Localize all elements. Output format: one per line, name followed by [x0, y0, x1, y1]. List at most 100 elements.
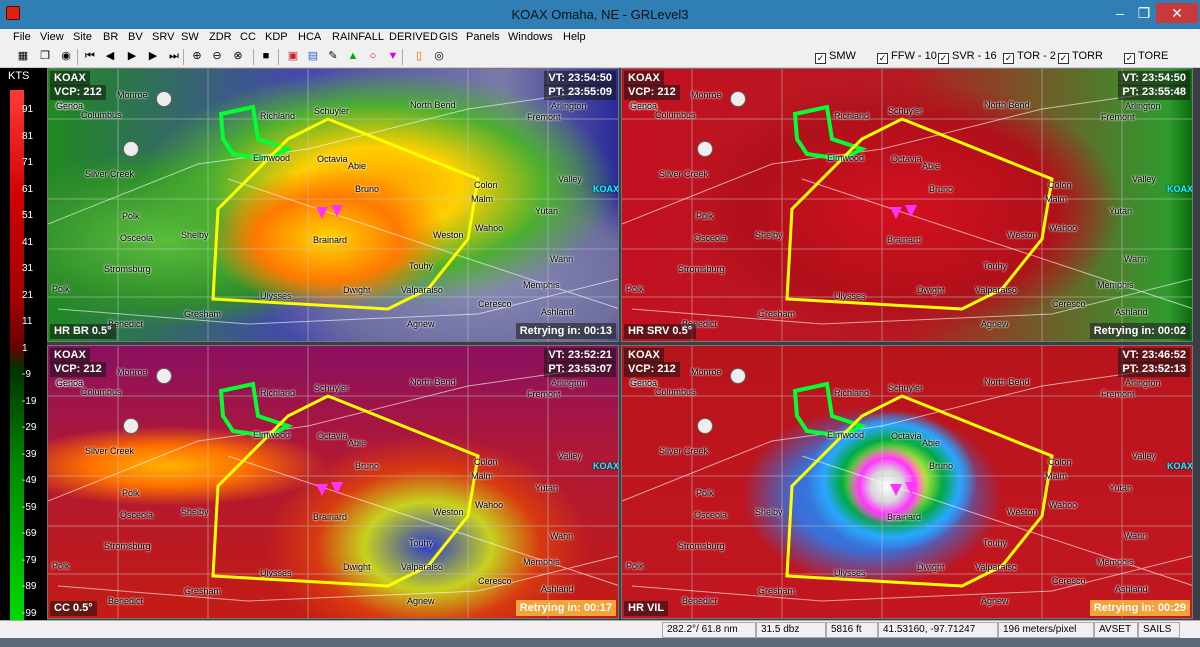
- copy-icon[interactable]: ❐: [38, 49, 52, 64]
- warning-label: TORR: [1072, 50, 1103, 62]
- town-label: Genoa: [56, 378, 84, 388]
- checkbox[interactable]: ✓: [1058, 53, 1069, 64]
- checkbox[interactable]: ✓: [938, 53, 949, 64]
- menu-file[interactable]: File: [13, 31, 31, 43]
- stop-icon[interactable]: ■: [259, 49, 273, 64]
- storm-marker-icon[interactable]: [905, 205, 917, 217]
- town-label: Octavia: [317, 431, 348, 441]
- town-label: Octavia: [891, 431, 922, 441]
- circle-icon[interactable]: ○: [366, 49, 380, 64]
- spotter-circle-icon[interactable]: [156, 368, 172, 384]
- town-label: Weston: [433, 230, 464, 240]
- warning-toggle-4[interactable]: ✓ TORR: [1058, 50, 1103, 64]
- checkbox[interactable]: ✓: [1003, 53, 1014, 64]
- retry-countdown: Retrying in: 00:13: [515, 323, 616, 339]
- warning-toggle-5[interactable]: ✓ TORE: [1124, 50, 1168, 64]
- legend-tick: -49: [22, 475, 37, 486]
- menu-site[interactable]: Site: [73, 31, 92, 43]
- town-label: Ashland: [541, 584, 574, 594]
- skip-last-icon[interactable]: ⏭: [167, 49, 181, 64]
- valid-time: VT: 23:54:50: [544, 71, 616, 86]
- spotter-circle-icon[interactable]: [697, 418, 713, 434]
- town-label: Polk: [626, 284, 644, 294]
- maximize-button[interactable]: ❐: [1132, 3, 1156, 23]
- menu-zdr[interactable]: ZDR: [209, 31, 232, 43]
- radar-panel-2[interactable]: Monroe Genoa Columbus Richland Schuyler North…: [621, 68, 1193, 342]
- radar-panel-3[interactable]: Monroe Genoa Columbus Richland Schuyler North…: [47, 345, 619, 619]
- storm-marker-icon[interactable]: [316, 207, 328, 219]
- spotter-circle-icon[interactable]: [123, 418, 139, 434]
- menu-srv[interactable]: SRV: [152, 31, 174, 43]
- zoom-out-icon[interactable]: ⊖: [210, 49, 224, 64]
- pick-icon[interactable]: ✎: [326, 49, 340, 64]
- minimize-button[interactable]: –: [1108, 3, 1132, 23]
- warning-toggle-0[interactable]: ✓ SMW: [815, 50, 856, 64]
- town-label: Columbus: [655, 387, 696, 397]
- storm-marker-icon[interactable]: [905, 482, 917, 494]
- zoom-reset-icon[interactable]: ⊗: [231, 49, 245, 64]
- storm-marker-icon[interactable]: [890, 207, 902, 219]
- menu-br[interactable]: BR: [103, 31, 118, 43]
- palette-icon[interactable]: ▣: [286, 49, 300, 64]
- storm-marker-icon[interactable]: [331, 482, 343, 494]
- town-label: Ceresco: [1052, 576, 1086, 586]
- triangle-icon[interactable]: ▲: [346, 49, 360, 64]
- step-back-icon[interactable]: ◀: [103, 49, 117, 64]
- legend-tick: 31: [22, 263, 34, 274]
- town-label: Valley: [558, 451, 582, 461]
- town-label: Shelby: [755, 507, 783, 517]
- menu-gis[interactable]: GIS: [439, 31, 458, 43]
- marker-icon[interactable]: ▯: [412, 49, 426, 64]
- spotter-circle-icon[interactable]: [730, 368, 746, 384]
- menu-derived[interactable]: DERIVED: [389, 31, 438, 43]
- town-label: Brainard: [887, 235, 922, 245]
- storm-marker-icon[interactable]: [890, 484, 902, 496]
- down-triangle-icon[interactable]: ▼: [386, 49, 400, 64]
- checkbox[interactable]: ✓: [877, 53, 888, 64]
- town-label: Monroe: [691, 90, 722, 100]
- spotter-circle-icon[interactable]: [697, 141, 713, 157]
- checkbox[interactable]: ✓: [1124, 53, 1135, 64]
- menu-view[interactable]: View: [40, 31, 64, 43]
- target-icon[interactable]: ◎: [432, 49, 446, 64]
- menu-rainfall[interactable]: RAINFALL: [332, 31, 384, 43]
- radar-site-id: KOAX: [50, 71, 90, 86]
- radar-panel-1[interactable]: Monroe Genoa Columbus Richland Schuyler North…: [47, 68, 619, 342]
- town-label: Brainard: [313, 235, 348, 245]
- retry-countdown: Retrying in: 00:29: [1089, 600, 1190, 616]
- storm-marker-icon[interactable]: [316, 484, 328, 496]
- menu-cc[interactable]: CC: [240, 31, 256, 43]
- close-button[interactable]: ✕: [1156, 3, 1198, 23]
- step-forward-icon[interactable]: ▶: [146, 49, 160, 64]
- menu-help[interactable]: Help: [563, 31, 586, 43]
- color-icon[interactable]: ◉: [59, 49, 73, 64]
- legend-tick: -99: [22, 607, 37, 619]
- warning-toggle-2[interactable]: ✓ SVR - 16: [938, 50, 997, 64]
- spotter-circle-icon[interactable]: [123, 141, 139, 157]
- town-label: Malm: [471, 194, 493, 204]
- town-label: Elmwood: [253, 153, 291, 163]
- menu-windows[interactable]: Windows: [508, 31, 553, 43]
- menu-sw[interactable]: SW: [181, 31, 199, 43]
- grid-icon[interactable]: ▦: [16, 49, 30, 64]
- spotter-circle-icon[interactable]: [156, 91, 172, 107]
- town-label: Bruno: [355, 461, 380, 471]
- menu-hca[interactable]: HCA: [298, 31, 321, 43]
- title-bar[interactable]: KOAX Omaha, NE - GRLevel3 – ❐ ✕: [0, 0, 1200, 29]
- menu-kdp[interactable]: KDP: [265, 31, 288, 43]
- product-label: HR BR 0.5°: [50, 324, 116, 339]
- checkbox[interactable]: ✓: [815, 53, 826, 64]
- town-label: Fremont: [1101, 389, 1135, 399]
- menu-panels[interactable]: Panels: [466, 31, 500, 43]
- town-label: Arlington: [1125, 378, 1161, 388]
- zoom-in-icon[interactable]: ⊕: [190, 49, 204, 64]
- layers-icon[interactable]: ▤: [306, 49, 320, 64]
- menu-bv[interactable]: BV: [128, 31, 143, 43]
- warning-toggle-1[interactable]: ✓ FFW - 10: [877, 50, 937, 64]
- warning-toggle-3[interactable]: ✓ TOR - 2: [1003, 50, 1056, 64]
- play-icon[interactable]: ▶: [125, 49, 139, 64]
- spotter-circle-icon[interactable]: [730, 91, 746, 107]
- radar-panel-4[interactable]: Monroe Genoa Columbus Richland Schuyler North…: [621, 345, 1193, 619]
- skip-first-icon[interactable]: ⏮: [83, 49, 97, 64]
- storm-marker-icon[interactable]: [331, 205, 343, 217]
